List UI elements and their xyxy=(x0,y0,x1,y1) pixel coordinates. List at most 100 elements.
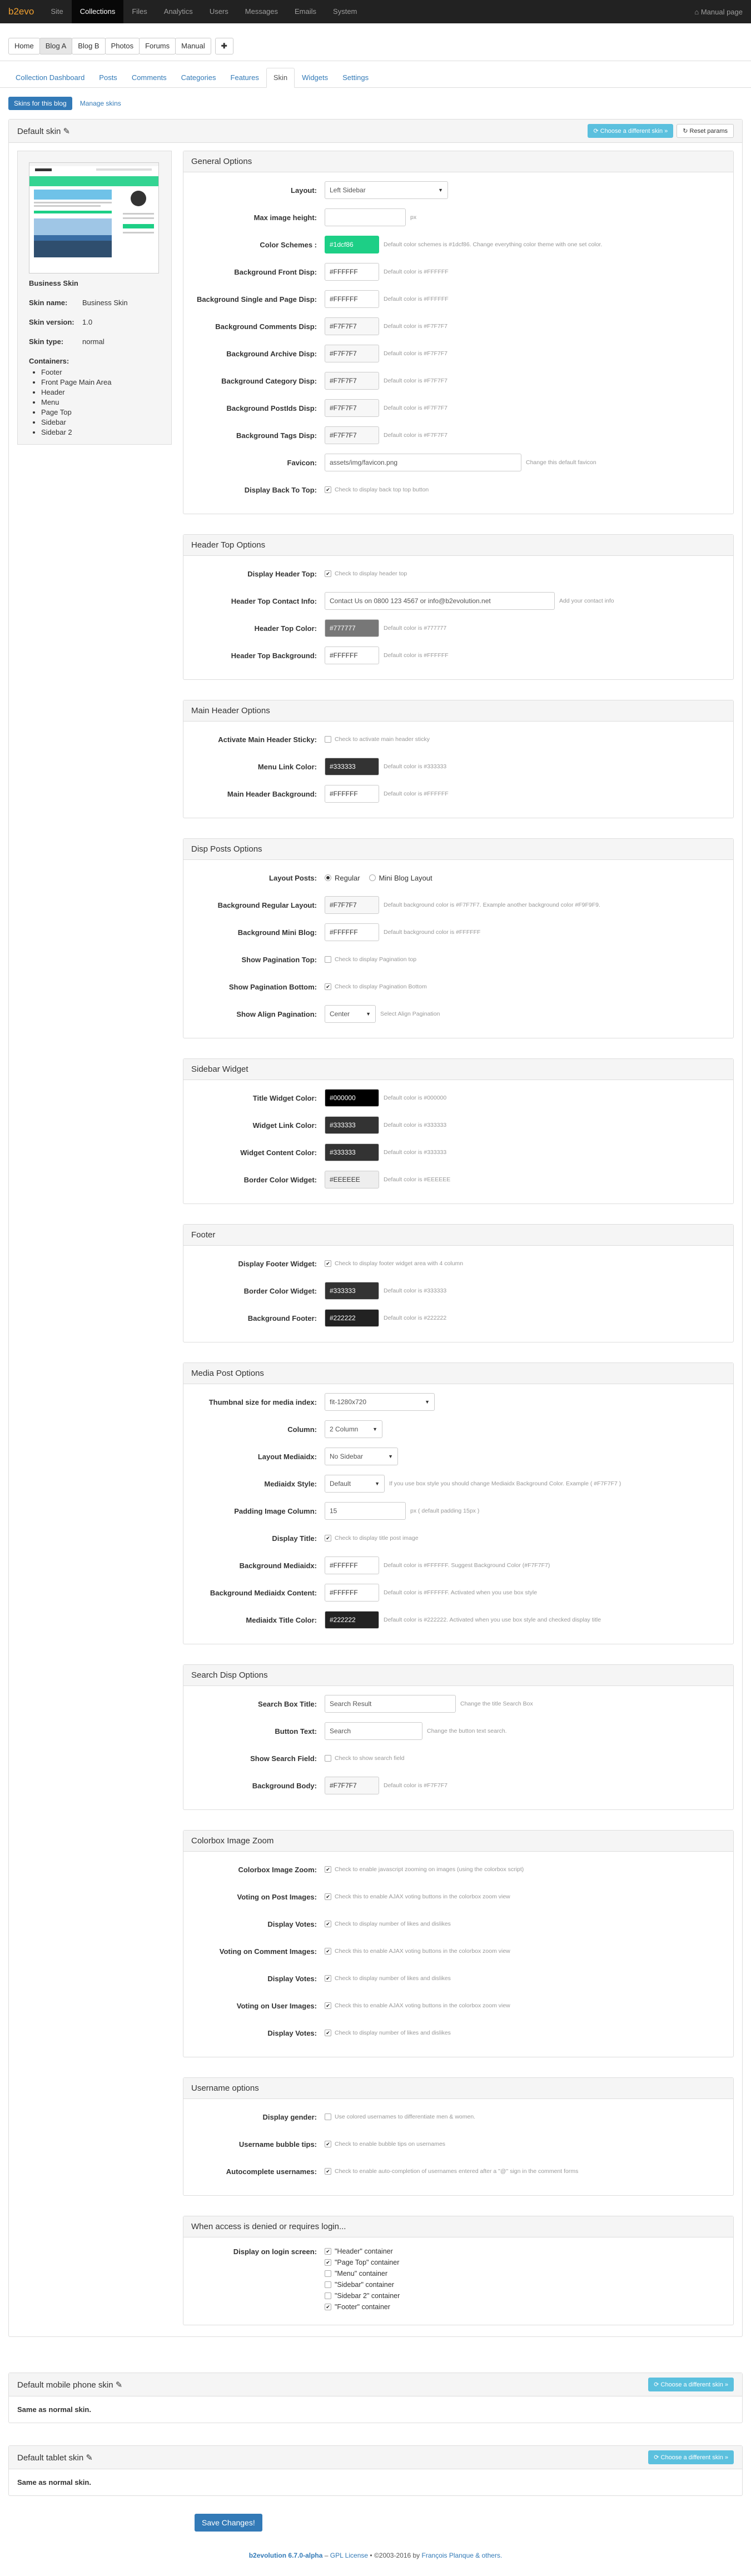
collection-tab-manual[interactable]: Manual xyxy=(175,38,211,54)
display-votes-post-checkbox[interactable]: ✔ xyxy=(325,1921,331,1927)
title-widget-color-input[interactable]: #000000 xyxy=(325,1089,379,1107)
bg-category-disp-input[interactable]: #F7F7F7 xyxy=(325,372,379,390)
license-link[interactable]: GPL License xyxy=(330,2552,368,2559)
show-search-field-checkbox[interactable] xyxy=(325,1755,331,1762)
bg-mini-input[interactable]: #FFFFFF xyxy=(325,923,379,941)
thumb-size-select[interactable]: fit-1280x720 ▼ xyxy=(325,1393,435,1411)
collection-tab-home[interactable]: Home xyxy=(8,38,40,54)
voting-user-images-checkbox[interactable]: ✔ xyxy=(325,2002,331,2009)
search-box-title-input[interactable]: Search Result xyxy=(325,1695,456,1713)
choose-mobile-skin-button[interactable]: ⟳ Choose a different skin » xyxy=(648,2378,734,2391)
menu-link-color-input[interactable]: #333333 xyxy=(325,758,379,775)
bg-postids-disp-input[interactable]: #F7F7F7 xyxy=(325,399,379,417)
header-sticky-checkbox[interactable] xyxy=(325,736,331,743)
nav-files[interactable]: Files xyxy=(123,0,155,23)
display-votes-comment-checkbox[interactable]: ✔ xyxy=(325,1975,331,1982)
tab-comments[interactable]: Comments xyxy=(125,68,174,88)
layout-mini-radio[interactable] xyxy=(369,874,376,881)
tab-posts[interactable]: Posts xyxy=(92,68,125,88)
layout-select[interactable]: Left Sidebar ▼ xyxy=(325,181,448,199)
container-header-checkbox[interactable]: ✔ xyxy=(325,2248,331,2255)
color-scheme-input[interactable]: #1dcf86 xyxy=(325,236,379,253)
header-contact-input[interactable]: Contact Us on 0800 123 4567 or info@b2ev… xyxy=(325,592,555,610)
favicon-input[interactable]: assets/img/favicon.png xyxy=(325,454,521,471)
column-select[interactable]: 2 Column ▼ xyxy=(325,1420,382,1438)
edit-icon[interactable]: ✎ xyxy=(116,2380,123,2390)
bg-archive-disp-input[interactable]: #F7F7F7 xyxy=(325,345,379,362)
header-top-bg-input[interactable]: #FFFFFF xyxy=(325,647,379,664)
author-link[interactable]: François Planque & others. xyxy=(422,2552,503,2559)
display-votes-user-checkbox[interactable]: ✔ xyxy=(325,2030,331,2036)
footer-widget-checkbox[interactable]: ✔ xyxy=(325,1260,331,1267)
bg-single-disp-input[interactable]: #FFFFFF xyxy=(325,290,379,308)
max-image-height-input[interactable] xyxy=(325,208,406,226)
skins-for-blog-button[interactable]: Skins for this blog xyxy=(8,97,72,110)
bg-mediaidx-content-input[interactable]: #FFFFFF xyxy=(325,1584,379,1602)
container-sidebar-2-checkbox[interactable] xyxy=(325,2292,331,2299)
tab-categories[interactable]: Categories xyxy=(174,68,223,88)
edit-icon[interactable]: ✎ xyxy=(86,2453,93,2463)
bg-mediaidx-input[interactable]: #FFFFFF xyxy=(325,1556,379,1574)
collection-tab-blog-b[interactable]: Blog B xyxy=(72,38,106,54)
bg-regular-input[interactable]: #F7F7F7 xyxy=(325,896,379,914)
nav-site[interactable]: Site xyxy=(42,0,71,23)
choose-tablet-skin-button[interactable]: ⟳ Choose a different skin » xyxy=(648,2450,734,2464)
reset-params-button[interactable]: ↻ Reset params xyxy=(677,124,734,138)
container-menu-checkbox[interactable] xyxy=(325,2270,331,2277)
tab-skin[interactable]: Skin xyxy=(266,68,295,88)
brand-logo[interactable]: b2evo xyxy=(0,6,42,17)
add-collection-button[interactable]: ✚ xyxy=(215,38,233,54)
display-title-checkbox[interactable]: ✔ xyxy=(325,1535,331,1541)
nav-messages[interactable]: Messages xyxy=(237,0,286,23)
edit-icon[interactable]: ✎ xyxy=(63,127,71,136)
container-footer-checkbox[interactable]: ✔ xyxy=(325,2304,331,2310)
nav-system[interactable]: System xyxy=(325,0,365,23)
pagination-top-checkbox[interactable] xyxy=(325,956,331,963)
choose-different-skin-button[interactable]: ⟳ Choose a different skin » xyxy=(588,124,674,138)
widget-content-color-input[interactable]: #333333 xyxy=(325,1143,379,1161)
nav-collections[interactable]: Collections xyxy=(71,0,124,23)
bg-front-disp-input[interactable]: #FFFFFF xyxy=(325,263,379,281)
display-gender-checkbox[interactable] xyxy=(325,2113,331,2120)
manual-page-link[interactable]: ⌂ Manual page xyxy=(694,8,751,16)
tab-features[interactable]: Features xyxy=(223,68,266,88)
tab-collection-dashboard[interactable]: Collection Dashboard xyxy=(8,68,92,88)
main-header-bg-input[interactable]: #FFFFFF xyxy=(325,785,379,803)
collection-tab-forums[interactable]: Forums xyxy=(139,38,176,54)
layout-regular-radio[interactable] xyxy=(325,874,331,881)
footer-border-color-input[interactable]: #333333 xyxy=(325,1282,379,1300)
header-top-color-input[interactable]: #777777 xyxy=(325,619,379,637)
back-to-top-checkbox[interactable]: ✔ xyxy=(325,486,331,493)
border-color-widget-input[interactable]: #EEEEEE xyxy=(325,1171,379,1188)
footer-bg-input[interactable]: #222222 xyxy=(325,1309,379,1327)
padding-image-column-input[interactable]: 15 xyxy=(325,1502,406,1520)
manage-skins-link[interactable]: Manage skins xyxy=(80,100,121,107)
collection-tab-blog-a[interactable]: Blog A xyxy=(39,38,73,54)
widget-link-color-input[interactable]: #333333 xyxy=(325,1116,379,1134)
autocomplete-usernames-checkbox[interactable]: ✔ xyxy=(325,2168,331,2175)
bubble-tips-checkbox[interactable]: ✔ xyxy=(325,2141,331,2147)
collection-tab-photos[interactable]: Photos xyxy=(105,38,140,54)
container-page-top-checkbox[interactable]: ✔ xyxy=(325,2259,331,2266)
skin-thumbnail[interactable] xyxy=(29,162,159,273)
voting-post-images-checkbox[interactable]: ✔ xyxy=(325,1893,331,1900)
footer-brand-link[interactable]: b2evolution 6.7.0-alpha xyxy=(249,2552,323,2559)
tab-settings[interactable]: Settings xyxy=(335,68,376,88)
align-pagination-select[interactable]: Center ▼ xyxy=(325,1005,376,1023)
pagination-bottom-checkbox[interactable]: ✔ xyxy=(325,983,331,990)
mediaidx-style-select[interactable]: Default ▼ xyxy=(325,1475,385,1493)
bg-comments-disp-input[interactable]: #F7F7F7 xyxy=(325,317,379,335)
nav-emails[interactable]: Emails xyxy=(286,0,325,23)
colorbox-zoom-checkbox[interactable]: ✔ xyxy=(325,1866,331,1873)
nav-users[interactable]: Users xyxy=(201,0,237,23)
save-changes-button[interactable]: Save Changes! xyxy=(195,2514,262,2532)
display-header-top-checkbox[interactable]: ✔ xyxy=(325,570,331,577)
voting-comment-images-checkbox[interactable]: ✔ xyxy=(325,1948,331,1955)
container-sidebar-checkbox[interactable] xyxy=(325,2281,331,2288)
search-bg-body-input[interactable]: #F7F7F7 xyxy=(325,1777,379,1794)
mediaidx-title-color-input[interactable]: #222222 xyxy=(325,1611,379,1629)
button-text-input[interactable]: Search xyxy=(325,1722,422,1740)
layout-mediaidx-select[interactable]: No Sidebar ▼ xyxy=(325,1448,398,1465)
tab-widgets[interactable]: Widgets xyxy=(295,68,335,88)
nav-analytics[interactable]: Analytics xyxy=(156,0,201,23)
